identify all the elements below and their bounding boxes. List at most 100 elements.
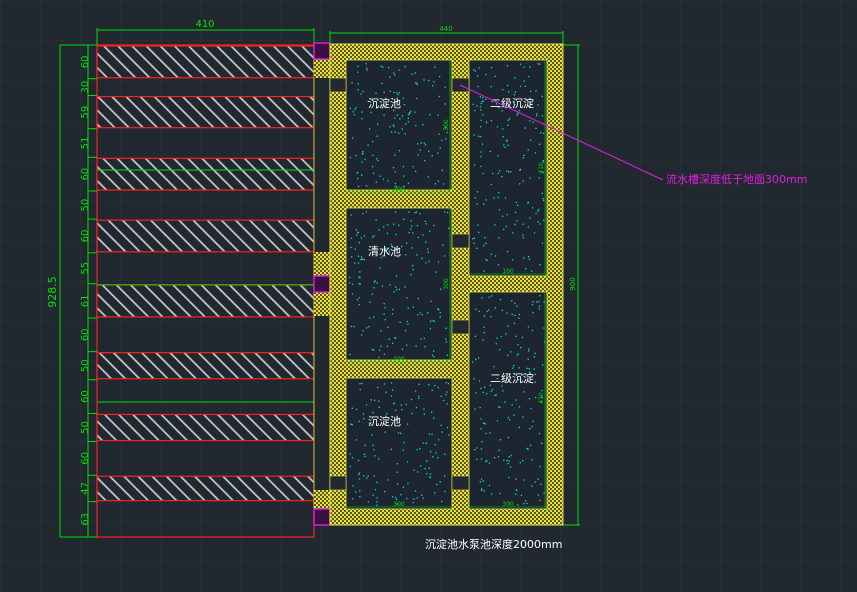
water-dot	[540, 132, 542, 134]
water-dot	[407, 117, 409, 119]
water-dot	[504, 197, 507, 199]
water-dot	[533, 368, 535, 370]
water-dot	[446, 131, 448, 134]
water-dot	[417, 471, 419, 473]
water-dot	[542, 364, 544, 366]
water-dot	[474, 449, 476, 451]
water-dot	[414, 72, 416, 74]
water-dot	[396, 498, 398, 501]
water-dot	[424, 468, 426, 470]
inner-dim-bottom-right: 300	[502, 501, 514, 508]
water-dot	[480, 136, 482, 138]
water-dot	[437, 308, 439, 310]
water-dot	[485, 199, 487, 201]
dim-segment-label: 59	[80, 106, 91, 119]
water-dot	[398, 92, 401, 94]
water-dot	[372, 154, 374, 157]
water-dot	[518, 317, 520, 319]
water-dot	[488, 296, 490, 298]
water-dot	[442, 244, 444, 246]
water-dot	[350, 423, 352, 425]
dim-segment-label: 50	[80, 199, 91, 212]
water-dot	[372, 140, 374, 143]
water-dot	[407, 182, 410, 184]
water-dot	[368, 326, 370, 328]
water-dot	[414, 82, 417, 84]
water-dot	[519, 85, 522, 88]
water-dot	[433, 356, 435, 358]
channel-segment	[314, 252, 330, 276]
water-dot	[401, 115, 404, 117]
water-dot	[397, 432, 400, 434]
water-dot	[393, 291, 395, 293]
water-dot	[441, 500, 443, 502]
water-dot	[509, 466, 512, 468]
inner-dim-right-lower: 410	[538, 392, 545, 404]
water-dot	[510, 351, 512, 353]
water-dot	[506, 65, 508, 67]
water-dot	[358, 283, 360, 285]
water-dot	[393, 125, 395, 128]
water-dot	[402, 486, 404, 488]
tank-top-left	[345, 59, 453, 191]
water-dot	[507, 144, 509, 146]
water-dot	[528, 350, 530, 352]
water-dot	[530, 407, 532, 410]
water-dot	[428, 467, 430, 469]
water-dot	[480, 119, 482, 121]
water-dot	[372, 411, 374, 414]
water-dot	[539, 264, 541, 266]
water-dot	[503, 144, 505, 146]
water-dot	[522, 180, 524, 182]
water-dot	[414, 111, 416, 113]
water-dot	[522, 237, 525, 239]
water-dot	[396, 471, 398, 473]
water-dot	[510, 171, 512, 173]
water-dot	[537, 478, 539, 480]
water-dot	[366, 185, 368, 187]
water-dot	[362, 90, 364, 93]
water-dot	[498, 237, 500, 239]
water-dot	[361, 118, 363, 120]
water-dot	[429, 476, 431, 479]
water-dot	[351, 424, 353, 426]
water-dot	[419, 448, 421, 450]
water-dot	[479, 407, 481, 409]
water-dot	[415, 345, 417, 347]
wall-opening	[451, 319, 470, 335]
water-dot	[507, 416, 509, 419]
water-dot	[372, 166, 374, 168]
channel-junction	[313, 508, 331, 526]
water-dot	[475, 358, 477, 361]
water-dot	[498, 192, 500, 194]
water-dot	[383, 114, 385, 116]
water-dot	[414, 212, 416, 214]
water-dot	[443, 255, 446, 257]
water-dot	[513, 365, 515, 367]
water-dot	[531, 304, 534, 306]
water-dot	[401, 348, 404, 350]
water-dot	[366, 69, 368, 71]
water-dot	[378, 229, 380, 231]
water-dot	[434, 384, 436, 387]
water-dot	[527, 358, 529, 360]
water-dot	[486, 460, 488, 462]
water-dot	[428, 150, 430, 153]
water-dot	[365, 67, 368, 69]
water-dot	[444, 475, 446, 477]
water-dot	[523, 257, 525, 259]
water-dot	[535, 90, 537, 92]
water-dot	[476, 75, 479, 77]
water-dot	[532, 312, 534, 314]
water-dot	[481, 143, 484, 145]
water-dot	[400, 432, 402, 434]
water-dot	[438, 439, 440, 441]
water-dot	[358, 304, 360, 306]
water-dot	[489, 150, 491, 153]
water-dot	[483, 244, 485, 247]
water-dot	[537, 104, 539, 106]
water-dot	[490, 183, 492, 186]
water-dot	[478, 310, 480, 312]
water-dot	[519, 183, 521, 185]
water-dot	[412, 268, 414, 271]
